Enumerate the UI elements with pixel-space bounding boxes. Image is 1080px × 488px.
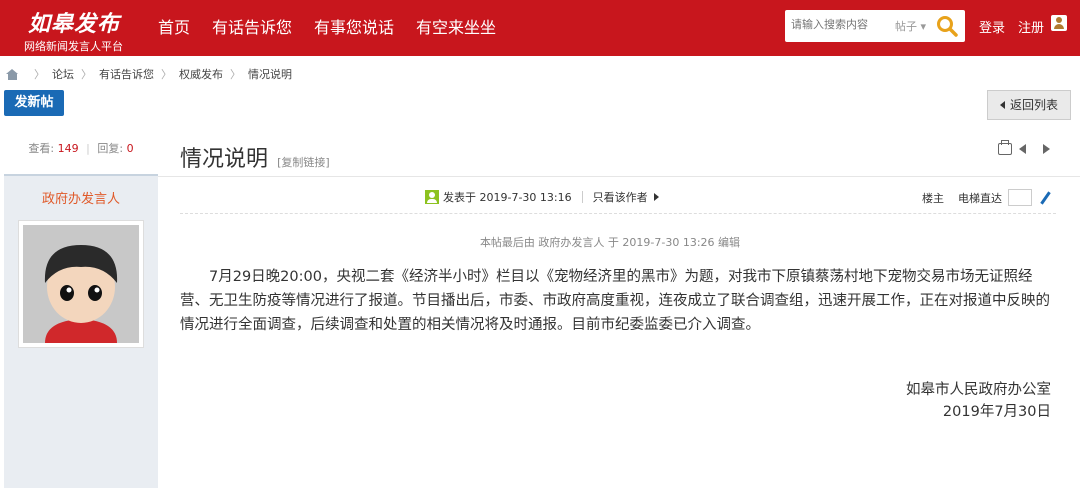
breadcrumb-separator: 〉 xyxy=(34,68,45,81)
thread-stats: 查看: 149 | 回复: 0 xyxy=(4,128,158,174)
arrow-right-icon xyxy=(653,193,659,201)
breadcrumb-official[interactable]: 权威发布 xyxy=(179,66,223,82)
posted-at: 发表于 2019-7-30 13:16 xyxy=(443,191,572,204)
meta-separator xyxy=(581,191,583,203)
floor-jump: 楼主 电梯直达 xyxy=(922,189,1052,206)
home-icon[interactable] xyxy=(6,68,19,80)
breadcrumb-current[interactable]: 情况说明 xyxy=(248,66,292,82)
floor-jump-input[interactable] xyxy=(1008,189,1032,206)
next-thread-icon[interactable] xyxy=(1038,143,1052,155)
breadcrumb-tell-you[interactable]: 有话告诉您 xyxy=(99,66,154,82)
nav-speak-up[interactable]: 有事您说话 xyxy=(314,0,394,56)
stats-separator: | xyxy=(86,142,90,155)
page-title: 情况说明 xyxy=(180,147,269,172)
prev-thread-icon[interactable] xyxy=(1018,143,1032,155)
nav-come-sit[interactable]: 有空来坐坐 xyxy=(416,0,496,56)
views-label: 查看: xyxy=(28,142,55,155)
nav-home[interactable]: 首页 xyxy=(158,0,190,56)
replies-count: 0 xyxy=(126,142,134,155)
signature-org: 如皋市人民政府办公室 xyxy=(906,382,1051,398)
floor-label: 楼主 xyxy=(922,191,944,205)
breadcrumb: 〉 论坛 〉 有话告诉您 〉 权威发布 〉 情况说明 xyxy=(6,66,292,82)
logo-subtitle: 网络新闻发言人平台 xyxy=(24,40,123,53)
post-title-row: 情况说明 [复制链接] xyxy=(180,141,330,173)
post-signature: 如皋市人民政府办公室 2019年7月30日 xyxy=(800,379,1051,423)
edit-note: 本帖最后由 政府办发言人 于 2019-7-30 13:26 编辑 xyxy=(479,236,741,249)
breadcrumb-forum[interactable]: 论坛 xyxy=(52,66,74,82)
signature-date: 2019年7月30日 xyxy=(942,404,1051,420)
author-only-link[interactable]: 只看该作者 xyxy=(593,189,648,205)
back-to-list-label: 返回列表 xyxy=(1010,98,1059,112)
login-link[interactable]: 登录 xyxy=(979,17,1005,36)
back-arrow-icon xyxy=(1000,101,1005,109)
breadcrumb-separator: 〉 xyxy=(230,68,241,81)
search-box: 帖子 ▾ xyxy=(785,10,965,42)
main-nav: 首页 有话告诉您 有事您说话 有空来坐坐 xyxy=(158,0,518,56)
breadcrumb-separator: 〉 xyxy=(81,68,92,81)
breadcrumb-separator: 〉 xyxy=(161,68,172,81)
logo-title: 如皋发布 xyxy=(28,11,121,37)
views-count: 149 xyxy=(57,142,79,155)
online-status-icon xyxy=(425,190,439,204)
replies-label: 回复: xyxy=(97,142,124,155)
register-link[interactable]: 注册 xyxy=(1018,17,1044,36)
post-body: 7月29日晚20:00，央视二套《经济半小时》栏目以《宠物经济里的黑市》为题，对… xyxy=(180,269,1050,333)
meta-divider xyxy=(180,213,1056,214)
jump-label: 电梯直达 xyxy=(958,191,1002,205)
new-post-button[interactable]: 发新帖 xyxy=(4,90,64,116)
title-divider xyxy=(158,176,1080,177)
site-logo[interactable]: 如皋发布 网络新闻发言人平台 xyxy=(24,4,134,53)
author-sidebar: 查看: 149 | 回复: 0 政府办发言人 xyxy=(4,128,158,488)
jump-go-icon[interactable] xyxy=(1040,191,1052,205)
sidebar-divider xyxy=(4,174,158,176)
copy-link-button[interactable]: [复制链接] xyxy=(277,156,330,169)
author-name[interactable]: 政府办发言人 xyxy=(4,188,158,207)
search-input[interactable] xyxy=(791,18,881,31)
top-bar: 如皋发布 网络新闻发言人平台 首页 有话告诉您 有事您说话 有空来坐坐 帖子 ▾… xyxy=(0,0,1080,56)
user-icon[interactable] xyxy=(1051,15,1067,31)
search-type-select[interactable]: 帖子 ▾ xyxy=(895,18,926,34)
nav-tell-you[interactable]: 有话告诉您 xyxy=(212,0,292,56)
back-to-list-button[interactable]: 返回列表 xyxy=(987,90,1071,120)
search-icon[interactable] xyxy=(935,14,959,38)
post-tools xyxy=(998,140,1058,155)
post-meta: 发表于 2019-7-30 13:16 只看该作者 xyxy=(425,189,659,205)
print-icon[interactable] xyxy=(998,140,1012,155)
